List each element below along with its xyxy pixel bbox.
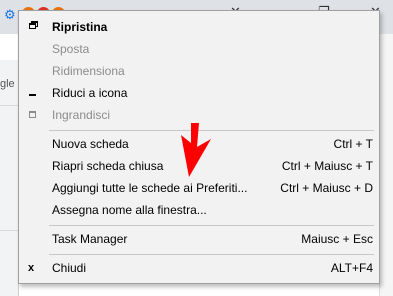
menu-item-shortcut: ALT+F4	[330, 261, 373, 275]
divider	[0, 230, 18, 231]
settings-gear-icon[interactable]: ⚙	[4, 8, 16, 21]
window-system-menu: Ripristina Sposta Ridimensiona Riduci a …	[18, 10, 380, 284]
annotation-arrow-icon	[181, 123, 211, 177]
menu-item-label: Ripristina	[52, 20, 108, 34]
menu-item-shortcut: Maiusc + Esc	[301, 232, 373, 246]
close-icon: x	[28, 262, 35, 274]
menu-item-label: Chiudi	[52, 261, 87, 275]
menu-item-label: Nuova scheda	[52, 137, 129, 151]
page-left-strip	[0, 60, 19, 296]
menu-item-restore[interactable]: Ripristina	[19, 16, 379, 38]
menu-item-shortcut: Ctrl + Maiusc + D	[280, 181, 373, 195]
menu-item-shortcut: Ctrl + T	[333, 137, 373, 151]
menu-item-label: Sposta	[52, 42, 90, 56]
menu-item-shortcut: Ctrl + Maiusc + T	[281, 159, 373, 173]
menu-item-label: Riduci a icona	[52, 86, 128, 100]
menu-item-label: Ingrandisci	[52, 108, 111, 122]
menu-separator	[49, 225, 374, 226]
menu-separator	[49, 254, 374, 255]
menu-item-close[interactable]: x Chiudi ALT+F4	[19, 257, 379, 279]
menu-item-minimize[interactable]: Riduci a icona	[19, 82, 379, 104]
menu-item-label: Task Manager	[52, 232, 128, 246]
menu-item-name-window[interactable]: Assegna nome alla finestra...	[19, 199, 379, 221]
menu-item-label: Riapri scheda chiusa	[52, 159, 164, 173]
divider	[0, 105, 18, 106]
menu-item-label: Assegna nome alla finestra...	[52, 203, 207, 217]
menu-item-resize: Ridimensiona	[19, 60, 379, 82]
maximize-icon	[29, 111, 36, 118]
menu-item-move: Sposta	[19, 38, 379, 60]
menu-item-task-manager[interactable]: Task Manager Maiusc + Esc	[19, 228, 379, 250]
minimize-icon	[29, 94, 36, 96]
page-scrollbar[interactable]	[379, 34, 393, 296]
menu-item-label: Ridimensiona	[52, 64, 125, 78]
